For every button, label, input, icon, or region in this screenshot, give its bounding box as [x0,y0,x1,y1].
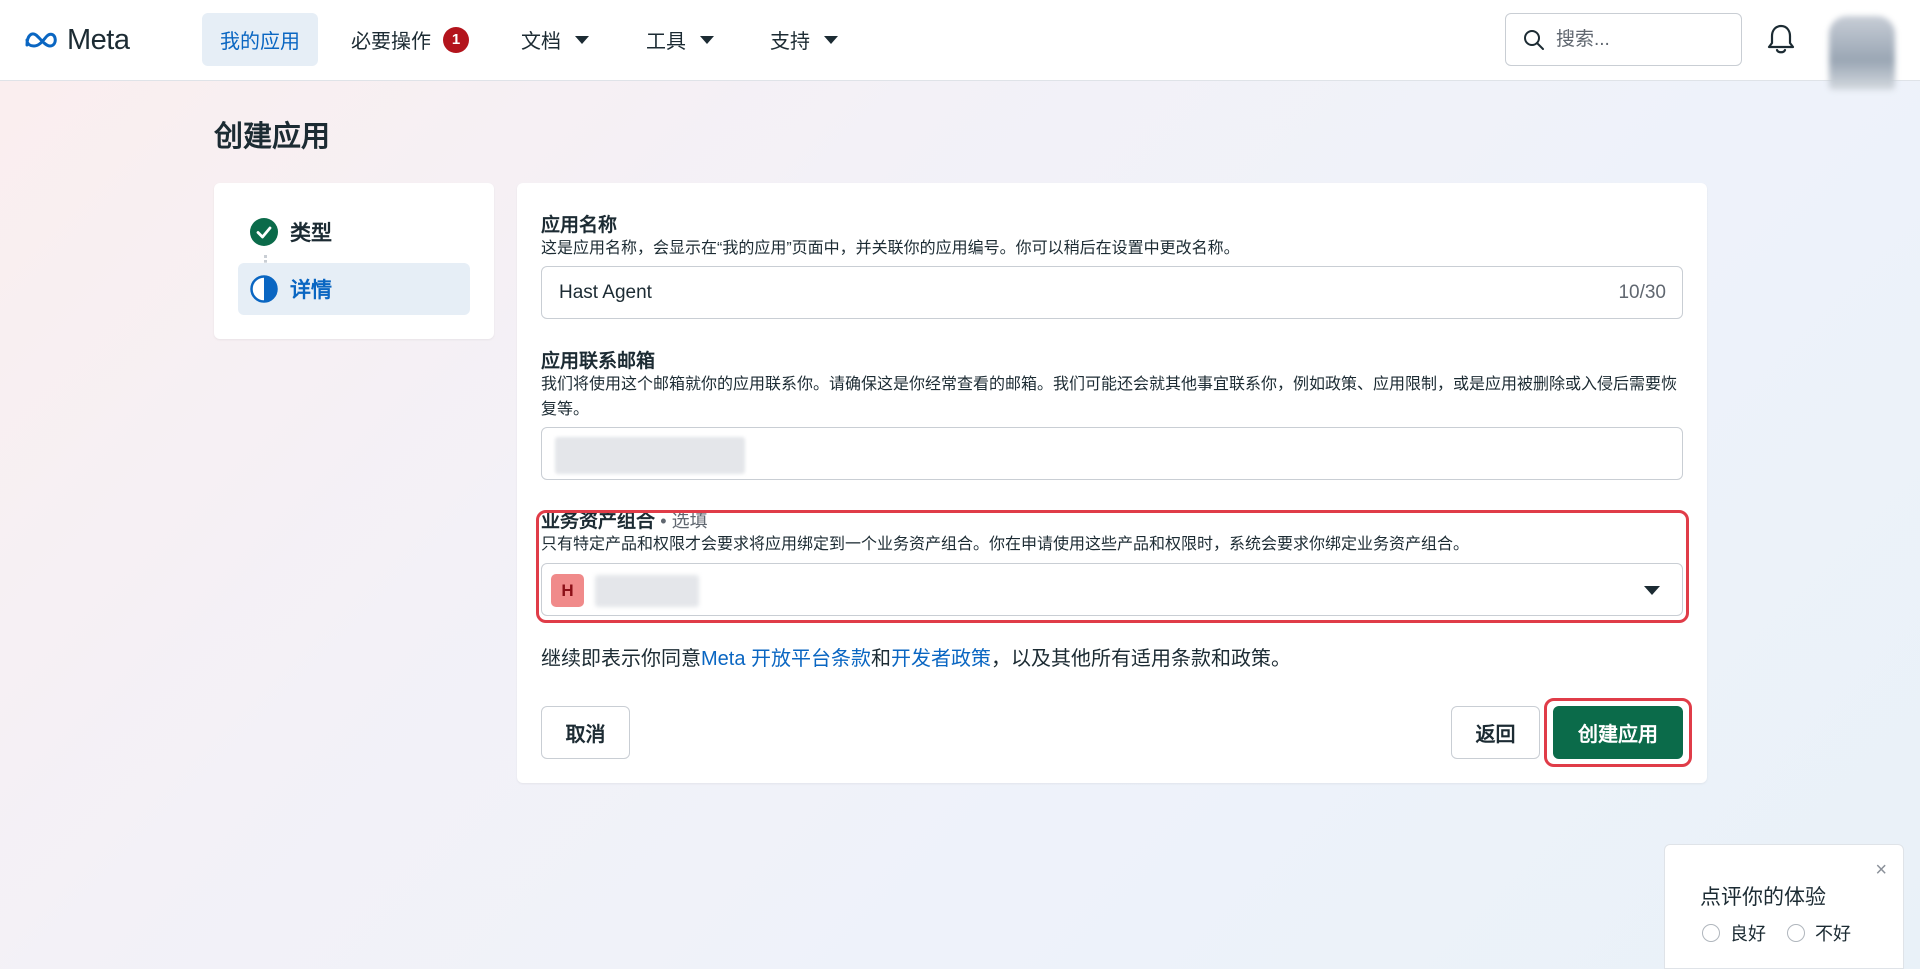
nav-required-actions-label: 必要操作 [351,31,431,53]
half-circle-icon [250,275,278,303]
feedback-good-option[interactable]: 良好 [1702,920,1766,946]
nav-tools-label: 工具 [646,31,686,53]
app-name-value: Hast Agent [559,282,652,303]
radio-button[interactable] [1702,924,1720,942]
step-connector [264,255,267,263]
redacted-email [555,437,745,474]
cancel-button[interactable]: 取消 [541,706,630,759]
step-list: 类型 详情 [214,183,494,339]
terms-suffix: ，以及其他所有适用条款和政策。 [991,648,1292,670]
step-type[interactable]: 类型 [238,206,470,258]
top-nav: Meta 我的应用 必要操作 1 文档 工具 支持 [0,0,1920,90]
avatar[interactable] [1829,16,1895,90]
chevron-down-icon [824,35,838,44]
contact-email-description: 我们将使用这个邮箱就你的应用联系你。请确保这是你经常查看的邮箱。我们可能还会就其… [541,376,1678,418]
notification-badge: 1 [443,26,469,53]
app-name-label: 应用名称 [541,215,618,236]
radio-button[interactable] [1787,924,1805,942]
search-box[interactable] [1505,13,1742,66]
nav-my-apps[interactable]: 我的应用 [202,13,318,66]
highlight-box-create [1544,698,1692,767]
feedback-bad-option[interactable]: 不好 [1787,920,1851,946]
feedback-good-label: 良好 [1730,924,1766,944]
meta-infinity-icon [25,32,57,48]
feedback-widget: × 点评你的体验 良好 不好 [1664,844,1904,969]
contact-email-field[interactable] [541,427,1683,480]
terms-text: 继续即表示你同意Meta 开放平台条款和开发者政策，以及其他所有适用条款和政策。 [541,642,1291,671]
chevron-down-icon [575,35,589,44]
create-app-form: 应用名称 这是应用名称，会显示在“我的应用”页面中，并关联你的应用编号。你可以稍… [517,183,1707,783]
nav-my-apps-label: 我的应用 [220,31,300,53]
app-name-field[interactable]: Hast Agent 10/30 [541,266,1683,319]
page-title: 创建应用 [214,121,331,153]
step-details-label: 详情 [290,279,332,302]
terms-and: 和 [871,648,892,670]
search-input[interactable] [1556,28,1726,51]
nav-tools[interactable]: 工具 [628,13,732,66]
search-icon [1524,29,1544,50]
step-type-label: 类型 [290,222,332,245]
bell-icon[interactable] [1765,22,1797,56]
app-name-counter: 10/30 [1618,282,1666,303]
back-button[interactable]: 返回 [1451,706,1540,759]
platform-terms-link[interactable]: Meta 开放平台条款 [701,648,871,670]
nav-support[interactable]: 支持 [752,13,856,66]
developer-policy-link[interactable]: 开发者政策 [891,648,991,670]
nav-support-label: 支持 [770,31,810,53]
highlight-box-portfolio [536,510,1689,623]
chevron-down-icon [700,35,714,44]
close-icon[interactable]: × [1875,859,1887,882]
contact-email-label: 应用联系邮箱 [541,351,656,372]
nav-required-actions[interactable]: 必要操作 1 [333,13,487,66]
feedback-title: 点评你的体验 [1700,886,1826,909]
step-details[interactable]: 详情 [238,263,470,315]
brand-name: Meta [67,23,130,56]
meta-logo[interactable]: Meta [23,23,130,56]
nav-docs-label: 文档 [521,31,561,53]
check-circle-icon [250,218,278,246]
app-name-description: 这是应用名称，会显示在“我的应用”页面中，并关联你的应用编号。你可以稍后在设置中… [541,240,1240,257]
terms-prefix: 继续即表示你同意 [541,648,701,670]
feedback-bad-label: 不好 [1815,924,1851,944]
nav-docs[interactable]: 文档 [503,13,607,66]
